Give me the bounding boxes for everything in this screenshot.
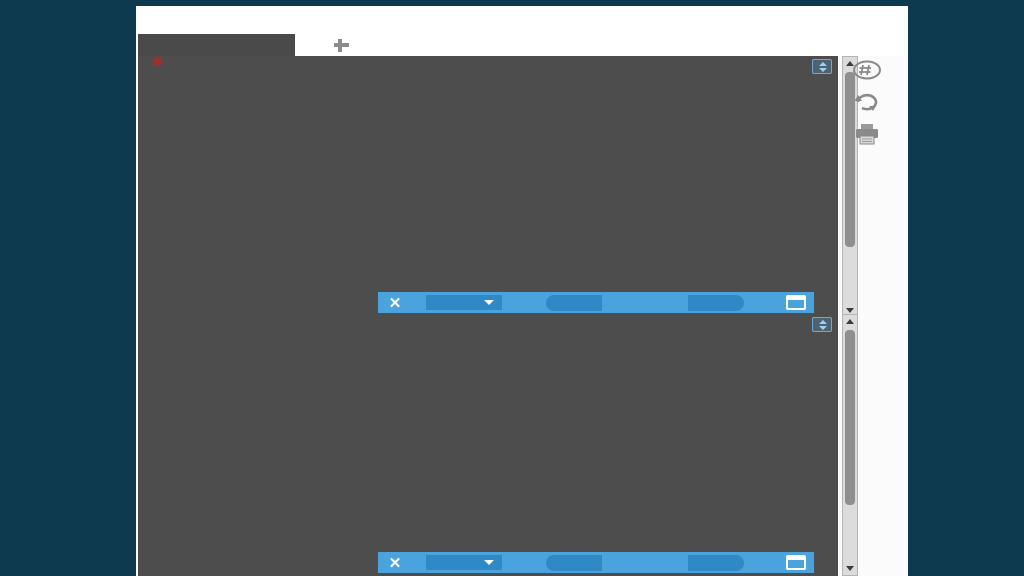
next-day-button-2[interactable] <box>688 555 744 571</box>
command-line-1[interactable] <box>138 56 838 69</box>
calendar-icon[interactable] <box>786 295 806 310</box>
text-cursor <box>153 58 162 66</box>
hash-icon[interactable] <box>845 54 889 86</box>
prev-day-button-2[interactable] <box>546 555 602 571</box>
time-filter-select-1[interactable] <box>426 295 502 310</box>
command-line-2[interactable] <box>138 314 838 327</box>
application-area: ✕ ✕ <box>136 6 908 576</box>
scroll-thumb-2[interactable] <box>845 330 855 505</box>
chevron-down-icon <box>484 300 494 305</box>
window-frame-left <box>0 0 136 576</box>
results-panel-2 <box>138 314 838 576</box>
menu-bar <box>136 6 908 34</box>
print-icon[interactable] <box>845 118 889 150</box>
window-frame-right <box>908 0 1024 576</box>
calendar-icon[interactable] <box>786 555 806 570</box>
scroll-up-arrow-2[interactable] <box>843 315 857 328</box>
date-navigator-1: ✕ <box>378 292 814 313</box>
chevron-down-icon <box>484 560 494 565</box>
scroll-down-arrow-2[interactable] <box>843 562 857 575</box>
prev-day-button-1[interactable] <box>546 295 602 311</box>
tab-session-1[interactable] <box>138 34 295 56</box>
results-panel-1 <box>138 56 838 318</box>
panel-2-expand-toggle[interactable] <box>812 317 832 332</box>
time-filter-select-2[interactable] <box>426 555 502 570</box>
refresh-icon[interactable] <box>845 86 889 118</box>
screen: ✕ ✕ <box>0 0 1024 576</box>
close-icon[interactable]: ✕ <box>378 554 412 572</box>
tab-strip <box>136 34 908 56</box>
add-tab-icon[interactable] <box>332 36 350 54</box>
scrollbar-panel-2[interactable] <box>842 314 858 576</box>
close-icon[interactable]: ✕ <box>378 294 412 312</box>
right-toolbar <box>845 54 889 150</box>
date-navigator-2: ✕ <box>378 552 814 573</box>
panel-1-expand-toggle[interactable] <box>812 59 832 74</box>
next-day-button-1[interactable] <box>688 295 744 311</box>
